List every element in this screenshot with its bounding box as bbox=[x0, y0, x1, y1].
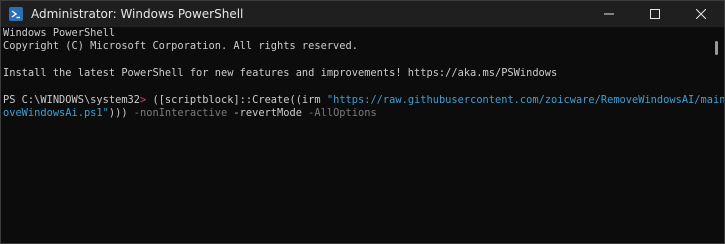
prompt-path: PS C:\WINDOWS\system32 bbox=[3, 93, 141, 106]
command-close: ))) bbox=[108, 107, 128, 120]
param-alloptions: -AllOptions bbox=[301, 107, 377, 120]
scrollbar-thumb[interactable] bbox=[715, 41, 718, 55]
banner-line: Windows PowerShell bbox=[3, 27, 116, 39]
copyright-line: Copyright (C) Microsoft Corporation. All… bbox=[3, 40, 358, 53]
url-string: "https://raw.githubusercontent.com/zoicw… bbox=[326, 93, 725, 106]
minimize-button[interactable] bbox=[586, 1, 632, 27]
title-bar[interactable]: Administrator: Windows PowerShell bbox=[1, 1, 724, 27]
caption-buttons bbox=[586, 1, 724, 27]
vertical-scrollbar[interactable] bbox=[712, 31, 722, 241]
powershell-window: Administrator: Windows PowerShell Window… bbox=[0, 0, 725, 244]
url-string-continued: oveWindowsAi.ps1" bbox=[3, 107, 109, 120]
close-button[interactable] bbox=[678, 1, 724, 27]
close-icon bbox=[696, 9, 706, 19]
console-output[interactable]: Windows PowerShell Copyright (C) Microso… bbox=[1, 27, 724, 243]
window-title: Administrator: Windows PowerShell bbox=[31, 7, 244, 21]
param-revertmode: -revertMode bbox=[227, 107, 302, 120]
install-message: Install the latest PowerShell for new fe… bbox=[3, 67, 558, 80]
maximize-icon bbox=[650, 9, 660, 19]
minimize-icon bbox=[604, 13, 614, 15]
command-line: PS C:\WINDOWS\system32> ([scriptblock]::… bbox=[3, 93, 724, 107]
param-noninteractive: -nonInteractive bbox=[127, 107, 228, 120]
powershell-icon bbox=[9, 7, 23, 21]
command-line-wrap: oveWindowsAi.ps1"))) -nonInteractive -re… bbox=[3, 107, 710, 120]
maximize-button[interactable] bbox=[632, 1, 678, 27]
command-prefix: ([scriptblock]::Create((irm bbox=[146, 93, 327, 106]
